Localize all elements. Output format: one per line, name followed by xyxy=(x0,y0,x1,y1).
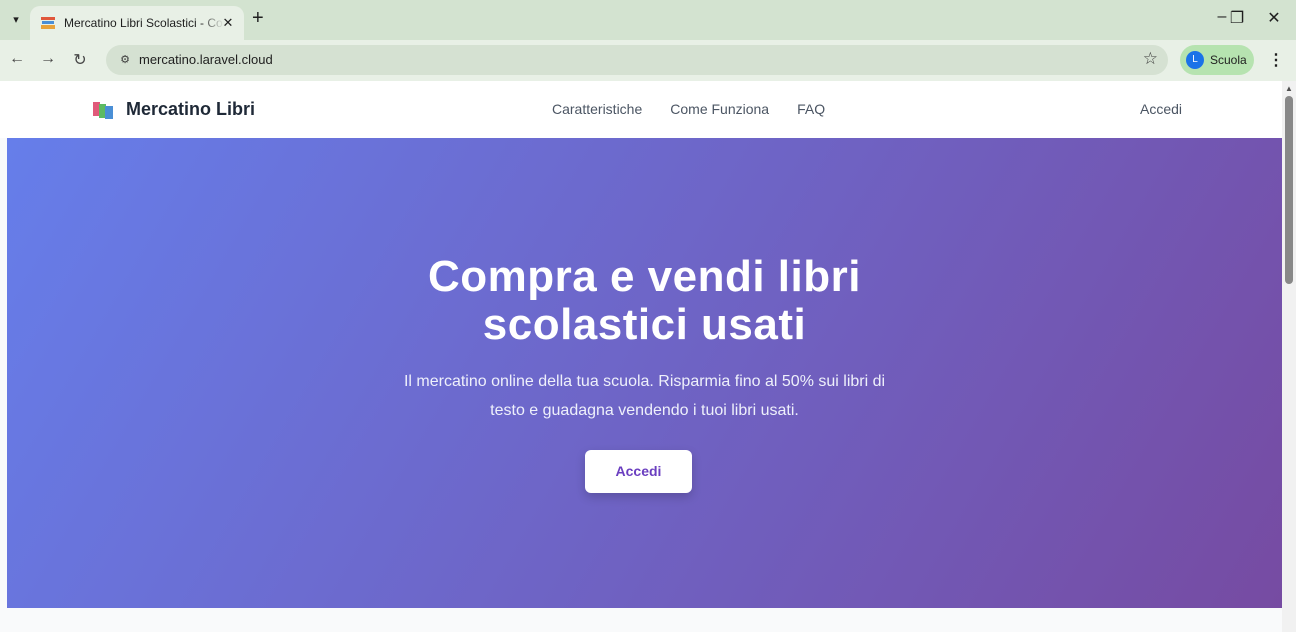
new-tab-icon[interactable]: + xyxy=(252,8,264,28)
bookmark-star-icon[interactable]: ☆ xyxy=(1143,49,1158,69)
site-info-icon[interactable]: ⚙ xyxy=(114,50,136,70)
nav-link-faq[interactable]: FAQ xyxy=(797,101,825,117)
reload-icon[interactable]: ↻ xyxy=(68,50,92,70)
tab-search-icon[interactable]: ▾ xyxy=(5,7,27,31)
hero-title-line-2: scolastici usati xyxy=(482,300,807,349)
books-icon xyxy=(93,101,113,119)
browser-menu-icon[interactable]: ⋮ xyxy=(1268,50,1284,70)
brand-name: Mercatino Libri xyxy=(126,99,256,119)
browser-tab-strip: ▾ Mercatino Libri Scolastici - Compra ✕ … xyxy=(0,0,1296,40)
profile-name: Scuola xyxy=(1210,53,1247,67)
brand-logo[interactable]: Mercatino Libri xyxy=(93,99,255,120)
browser-toolbar: ← → ↻ ⚙ mercatino.laravel.cloud ☆ L Scuo… xyxy=(0,40,1296,81)
hero-subtitle: Il mercatino online della tua scuola. Ri… xyxy=(307,367,982,425)
url-text[interactable]: mercatino.laravel.cloud xyxy=(139,52,273,67)
address-bar[interactable]: ⚙ mercatino.laravel.cloud ☆ xyxy=(106,45,1168,75)
hero-subtitle-line-1: Il mercatino online della tua scuola. Ri… xyxy=(403,373,886,390)
nav-login-link[interactable]: Accedi xyxy=(1140,101,1182,117)
profile-avatar: L xyxy=(1186,51,1204,69)
scrollbar-thumb[interactable] xyxy=(1285,96,1293,284)
page-viewport: Mercatino Libri Caratteristiche Come Fun… xyxy=(0,81,1296,632)
nav-links: Caratteristiche Come Funziona FAQ xyxy=(552,101,853,117)
back-icon[interactable]: ← xyxy=(5,50,29,68)
tab-close-icon[interactable]: ✕ xyxy=(220,15,236,31)
tab-title: Mercatino Libri Scolastici - Compra xyxy=(64,16,224,30)
close-window-icon[interactable]: ✕ xyxy=(1259,8,1289,28)
hero-login-button[interactable]: Accedi xyxy=(585,450,692,493)
nav-link-caratteristiche[interactable]: Caratteristiche xyxy=(552,101,642,117)
forward-icon[interactable]: → xyxy=(36,50,60,68)
profile-button[interactable]: L Scuola xyxy=(1180,45,1254,75)
hero-title: Compra e vendi libri scolastici usati xyxy=(7,253,1282,349)
nav-link-come-funziona[interactable]: Come Funziona xyxy=(670,101,769,117)
page-scrollbar[interactable]: ▲ xyxy=(1282,81,1296,632)
browser-tab[interactable]: Mercatino Libri Scolastici - Compra ✕ xyxy=(30,6,244,40)
books-favicon-icon xyxy=(41,17,55,29)
hero-section: Compra e vendi libri scolastici usati Il… xyxy=(7,138,1282,608)
hero-title-line-1: Compra e vendi libri xyxy=(428,252,861,301)
hero-subtitle-line-2: testo e guadagna vendendo i tuoi libri u… xyxy=(490,402,799,419)
restore-icon[interactable]: ❐ xyxy=(1222,8,1252,28)
site-navbar: Mercatino Libri Caratteristiche Come Fun… xyxy=(0,81,1282,138)
scroll-up-arrow-icon[interactable]: ▲ xyxy=(1285,84,1293,93)
